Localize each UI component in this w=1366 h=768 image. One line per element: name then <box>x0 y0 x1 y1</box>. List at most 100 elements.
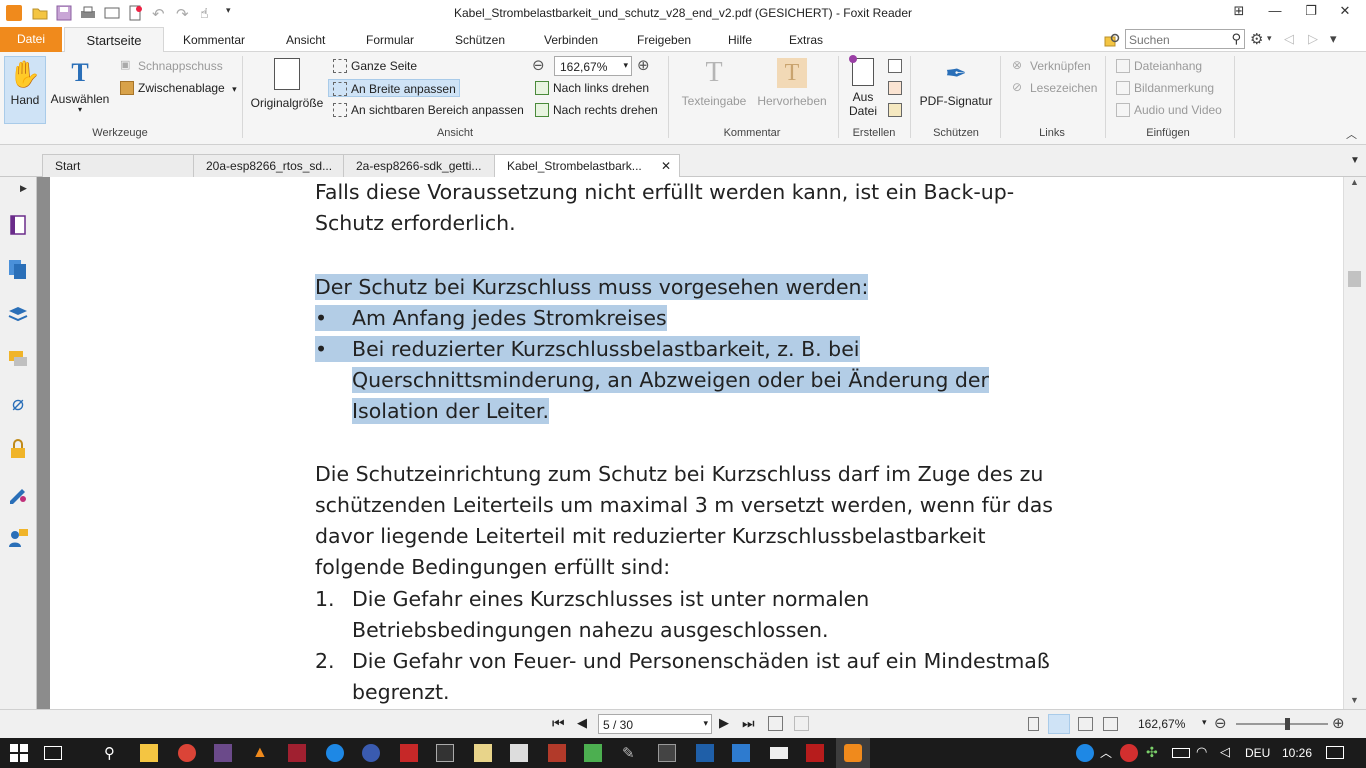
collapse-ribbon-icon[interactable]: ︿ <box>1346 126 1357 142</box>
single-page-icon[interactable] <box>1028 717 1039 731</box>
terminal-icon[interactable] <box>436 744 454 762</box>
pdf-app-icon[interactable] <box>400 744 418 762</box>
status-zoom-out-icon[interactable]: ⊖ <box>1214 714 1227 732</box>
fit-width-button[interactable]: An Breite anpassen <box>328 79 460 97</box>
clipboard-button[interactable]: Zwischenablage ▾ <box>118 79 237 97</box>
highlight-button[interactable]: T Hervorheben <box>754 56 830 122</box>
app-lock-icon[interactable] <box>658 744 676 762</box>
file-attachment-button[interactable]: Dateianhang <box>1114 57 1202 75</box>
close-button[interactable]: ✕ <box>1334 3 1356 23</box>
create-clipboard-icon[interactable] <box>888 103 902 117</box>
attachments-icon[interactable]: ⌀ <box>7 393 29 415</box>
page-dropdown-icon[interactable]: ▾ <box>703 718 708 729</box>
maximize-button[interactable]: ❐ <box>1300 3 1322 23</box>
input-language[interactable]: DEU <box>1245 746 1270 760</box>
powershell-icon[interactable] <box>696 744 714 762</box>
select-tool-button[interactable]: T Auswählen ▾ <box>50 56 110 122</box>
actual-size-button[interactable]: Originalgröße <box>248 56 326 122</box>
app-tool-icon[interactable] <box>732 744 750 762</box>
zoom-combobox[interactable]: 162,67% ▾ <box>554 56 632 76</box>
expand-panel-icon[interactable]: ▶ <box>20 183 27 194</box>
previous-view-icon[interactable] <box>768 716 783 731</box>
nav-back-icon[interactable]: ◁ <box>1284 31 1294 47</box>
status-zoom-value[interactable]: 162,67% <box>1138 717 1185 731</box>
vlc-icon[interactable]: ▲ <box>252 744 270 762</box>
action-center-icon[interactable] <box>1326 746 1344 759</box>
doc-tab-sdk-getting-started[interactable]: 2a-esp8266-sdk_getti... <box>343 154 495 177</box>
app-gear-icon[interactable] <box>548 744 566 762</box>
app-red-icon[interactable] <box>288 744 306 762</box>
link-button[interactable]: ⊗ Verknüpfen <box>1010 57 1091 75</box>
signature-panel-icon[interactable] <box>7 483 29 505</box>
scroll-down-arrow[interactable]: ▼ <box>1350 695 1359 705</box>
antivirus-tray-icon[interactable] <box>1120 744 1138 762</box>
more-dropdown-icon[interactable]: ▾ <box>1330 31 1337 47</box>
hand-tool-button[interactable]: ✋ Hand <box>4 56 46 124</box>
keepass-icon[interactable] <box>362 744 380 762</box>
zoom-slider-thumb[interactable] <box>1285 718 1290 730</box>
settings-dropdown-icon[interactable]: ▾ <box>1267 33 1272 44</box>
tray-app-icon[interactable]: ✣ <box>1146 744 1164 762</box>
layers-icon[interactable] <box>7 303 29 325</box>
minimize-button[interactable]: — <box>1264 3 1286 23</box>
last-page-icon[interactable]: ⏭ <box>742 715 755 732</box>
zoom-in-icon[interactable]: ⊕ <box>637 56 650 74</box>
tab-formular[interactable]: Formular <box>366 33 414 47</box>
search-input[interactable] <box>1129 32 1224 47</box>
settings-gear-icon[interactable]: ⚙ <box>1250 30 1263 48</box>
tab-kommentar[interactable]: Kommentar <box>183 33 245 47</box>
file-menu-button[interactable]: Datei <box>0 27 62 52</box>
bookmark-button[interactable]: ⊘ Lesezeichen <box>1010 79 1097 97</box>
prev-page-icon[interactable]: ◀ <box>577 715 587 731</box>
doc-tab-start[interactable]: Start <box>42 154 194 177</box>
chrome-icon[interactable] <box>178 744 196 762</box>
pdf-page[interactable]: Falls diese Voraussetzung nicht erfüllt … <box>50 177 1343 709</box>
tray-expand-icon[interactable]: ︿ <box>1100 744 1118 762</box>
zoom-dropdown-icon[interactable]: ▾ <box>623 60 628 71</box>
page-thumbnails-icon[interactable] <box>7 214 29 236</box>
tab-schuetzen[interactable]: Schützen <box>455 33 505 47</box>
calculator-icon[interactable] <box>510 744 528 762</box>
search-box[interactable]: ⚲ <box>1125 29 1245 49</box>
create-scanner-icon[interactable] <box>888 81 902 95</box>
continuous-page-icon[interactable] <box>1048 714 1070 734</box>
fit-page-button[interactable]: Ganze Seite <box>331 57 417 75</box>
page-number-field[interactable]: 5 / 30 ▾ <box>598 714 712 734</box>
volume-icon[interactable]: ◁ <box>1220 744 1238 762</box>
app-blue-icon[interactable] <box>326 744 344 762</box>
comments-icon[interactable] <box>7 348 29 370</box>
next-view-icon[interactable] <box>794 716 809 731</box>
create-blank-icon[interactable] <box>888 59 902 73</box>
wifi-icon[interactable]: ◠ <box>1196 744 1214 762</box>
fit-visible-button[interactable]: An sichtbaren Bereich anpassen <box>331 101 524 119</box>
task-view-icon[interactable] <box>44 746 62 760</box>
doc-tab-rtos-sdk[interactable]: 20a-esp8266_rtos_sd... <box>193 154 344 177</box>
notes-icon[interactable] <box>474 744 492 762</box>
audio-video-button[interactable]: Audio und Video <box>1114 101 1222 119</box>
ribbon-options-icon[interactable]: ⊞ <box>1228 3 1250 23</box>
pdf-signature-button[interactable]: ✒ PDF-Signatur <box>916 56 996 122</box>
taskbar-search-icon[interactable]: ⚲ <box>104 744 122 762</box>
tab-list-dropdown-icon[interactable]: ▼ <box>1350 155 1360 166</box>
battery-icon[interactable] <box>1172 748 1190 758</box>
snapshot-button[interactable]: ▣ Schnappschuss <box>118 57 223 75</box>
typewriter-button[interactable]: T Texteingabe <box>676 56 752 122</box>
explorer-icon[interactable] <box>140 744 158 762</box>
facing-pages-icon[interactable] <box>1078 717 1093 731</box>
system-clock[interactable]: 10:26 <box>1282 746 1312 760</box>
search-options-icon[interactable] <box>1104 32 1120 48</box>
status-zoom-in-icon[interactable]: ⊕ <box>1332 714 1345 732</box>
close-tab-icon[interactable]: ✕ <box>661 159 671 173</box>
foxit-taskbar-icon[interactable] <box>836 738 870 768</box>
mail-icon[interactable] <box>770 747 788 759</box>
search-icon[interactable]: ⚲ <box>1231 31 1241 47</box>
vertical-scrollbar[interactable]: ▲ ▼ <box>1343 177 1366 709</box>
tab-startseite[interactable]: Startseite <box>64 27 164 53</box>
help-tray-icon[interactable] <box>1076 744 1094 762</box>
scroll-up-arrow[interactable]: ▲ <box>1350 177 1359 187</box>
nav-forward-icon[interactable]: ▷ <box>1308 31 1318 47</box>
user-comments-icon[interactable] <box>7 527 29 549</box>
image-annotation-button[interactable]: Bildanmerkung <box>1114 79 1214 97</box>
zoom-out-icon[interactable]: ⊖ <box>532 56 545 74</box>
pages-icon[interactable] <box>7 258 29 280</box>
